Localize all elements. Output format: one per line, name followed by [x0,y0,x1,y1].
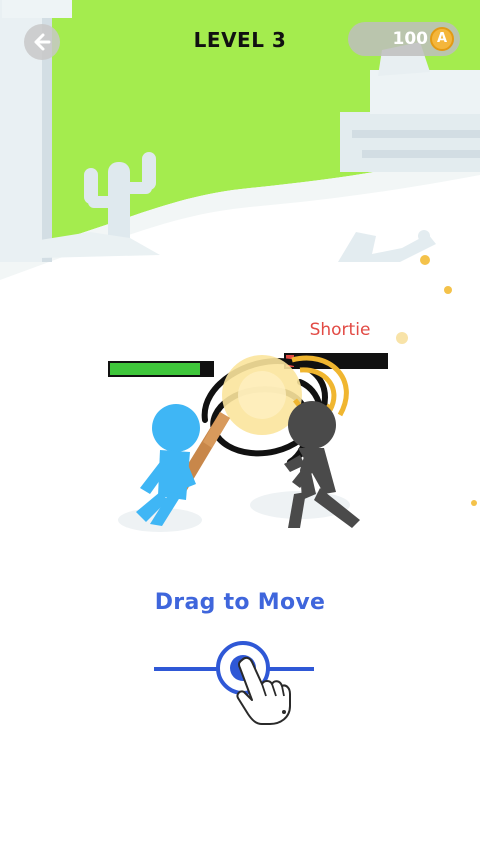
coin-counter[interactable]: 100 A [348,22,460,56]
player-health-bar [108,361,214,377]
tutorial-instruction: Drag to Move [154,590,326,615]
pointing-hand-icon [236,656,291,725]
coin-icon: A [430,27,454,51]
game-screen[interactable]: LEVEL 3 100 A Shortie Drag to Move [0,0,480,855]
enemy-name-label: Shortie [309,320,371,340]
coin-count: 100 [392,29,429,49]
game-scene [0,0,480,855]
